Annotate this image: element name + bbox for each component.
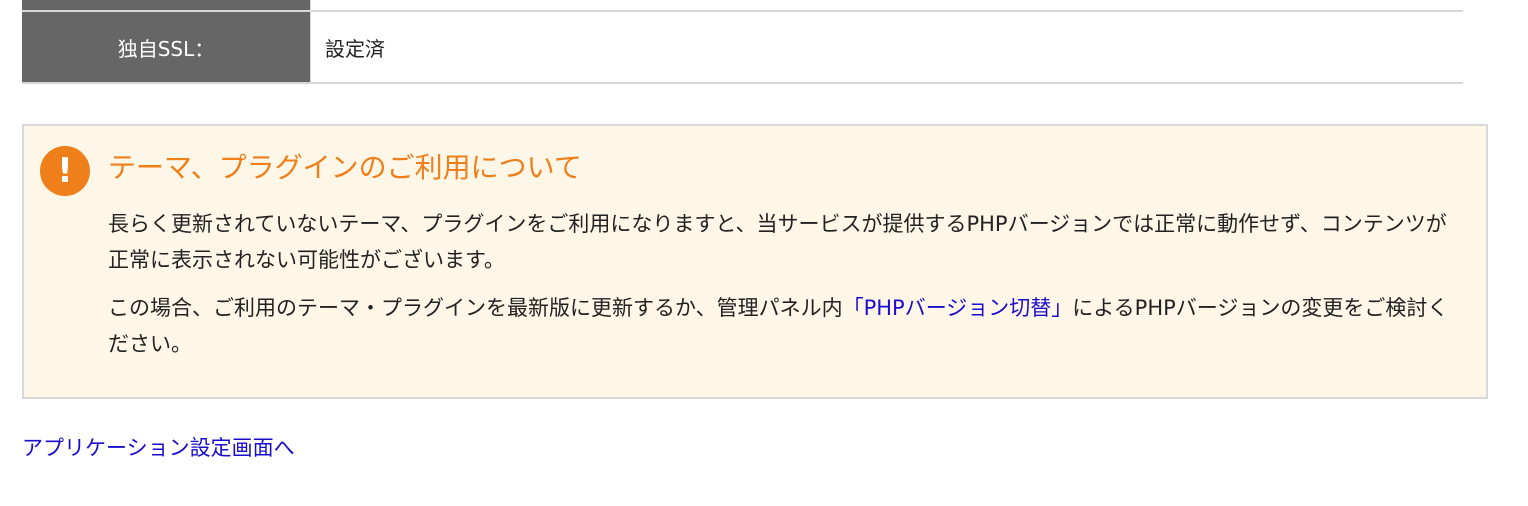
ssl-row-label: 独自SSL： bbox=[22, 12, 310, 82]
server-info-table: 独自SSL： 設定済 bbox=[22, 0, 1463, 84]
previous-table-row bbox=[22, 0, 1463, 12]
ssl-row: 独自SSL： 設定済 bbox=[22, 12, 1463, 84]
exclamation-icon: ! bbox=[40, 146, 90, 196]
notice-paragraph-1: 長らく更新されていないテーマ、プラグインをご利用になりますと、当サービスが提供す… bbox=[108, 212, 1447, 272]
notice-paragraph-2-text-before: この場合、ご利用のテーマ・プラグインを最新版に更新するか、管理パネル内 bbox=[108, 296, 843, 320]
previous-row-header bbox=[22, 0, 310, 10]
php-notice-box: ! テーマ、プラグインのご利用について 長らく更新されていないテーマ、プラグイン… bbox=[22, 124, 1488, 399]
notice-title: テーマ、プラグインのご利用について bbox=[108, 151, 582, 184]
ssl-row-value: 設定済 bbox=[310, 12, 1463, 82]
app-settings-link[interactable]: アプリケーション設定画面へ bbox=[22, 432, 295, 464]
notice-body: 長らく更新されていないテーマ、プラグインをご利用になりますと、当サービスが提供す… bbox=[108, 206, 1458, 374]
php-version-switch-link[interactable]: 「PHPバージョン切替」 bbox=[843, 296, 1073, 320]
notice-paragraph-2: この場合、ご利用のテーマ・プラグインを最新版に更新するか、管理パネル内「PHPバ… bbox=[108, 290, 1458, 362]
previous-row-value bbox=[310, 0, 1463, 10]
